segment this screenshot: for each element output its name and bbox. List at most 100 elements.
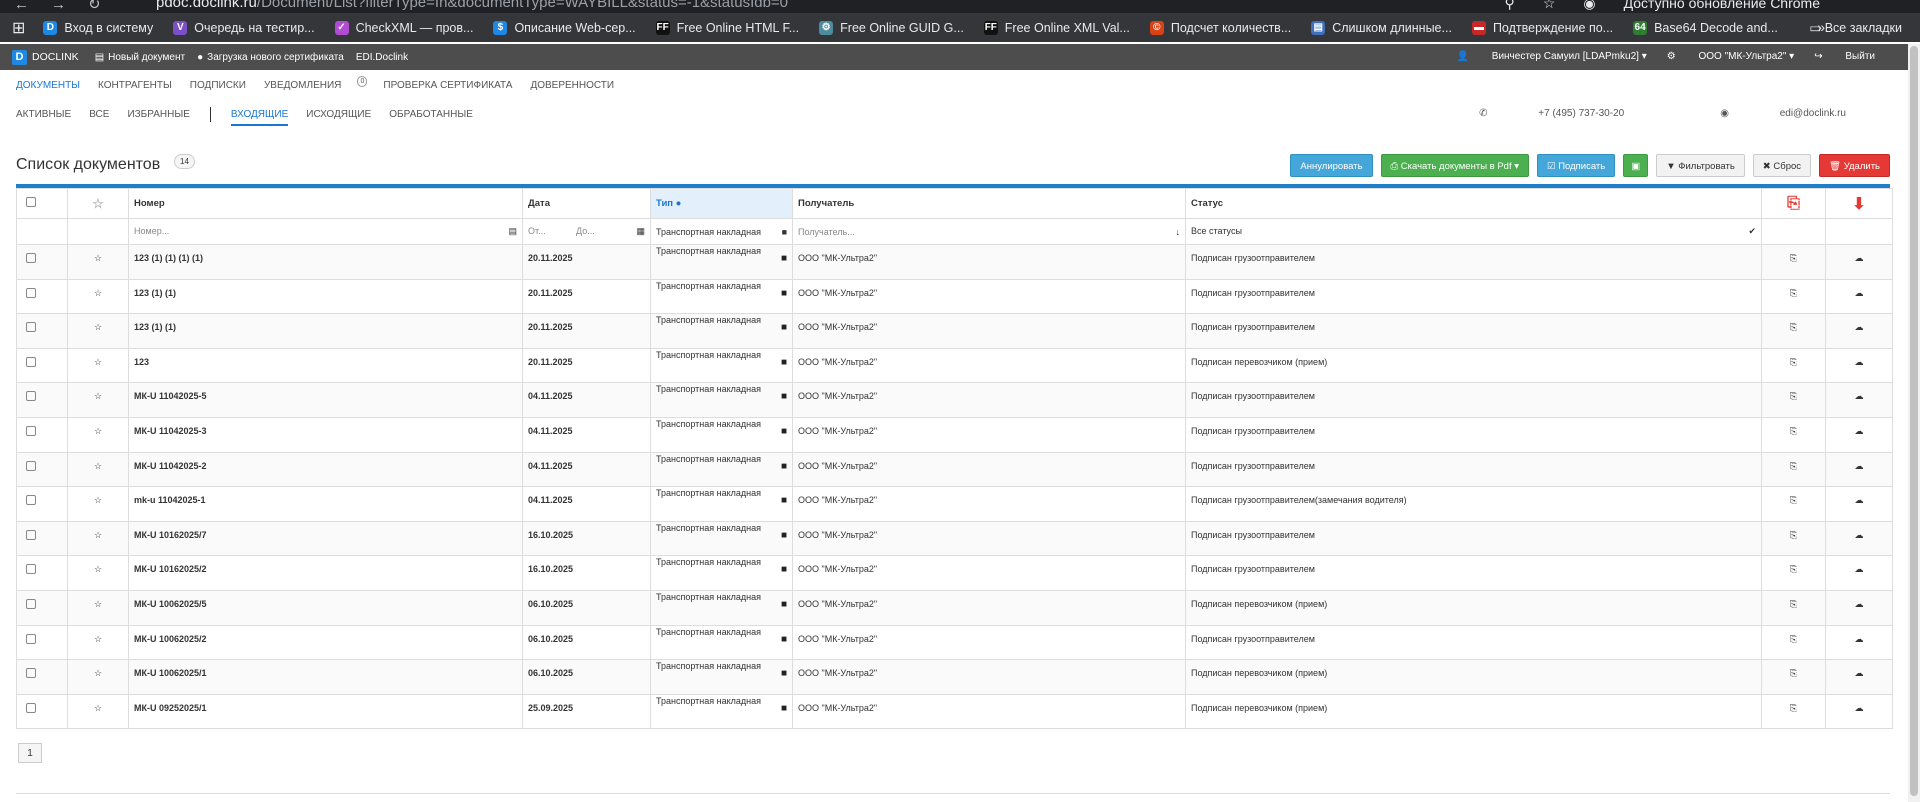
row-checkbox[interactable]: [26, 702, 36, 713]
row-number[interactable]: 123: [128, 347, 523, 384]
bookmark-item[interactable]: V Очередь на тестир...: [173, 20, 315, 35]
all-bookmarks-button[interactable]: ▭ Все закладки: [1809, 20, 1902, 35]
tab-favorites[interactable]: ИЗБРАННЫЕ: [127, 109, 189, 120]
reset-button[interactable]: ✖ Сброс: [1752, 154, 1812, 177]
cloud-download-icon[interactable]: ☁: [1855, 461, 1864, 471]
row-checkbox[interactable]: [26, 287, 36, 298]
cloud-download-icon[interactable]: ☁: [1855, 391, 1864, 401]
pdf-icon[interactable]: ⎘: [1790, 461, 1797, 471]
support-email[interactable]: ◉ edi@doclink.ru: [1690, 108, 1864, 119]
pdf-icon[interactable]: ⎘: [1790, 322, 1797, 332]
row-number[interactable]: МК-U 10162025/7: [128, 520, 523, 557]
bookmark-item[interactable]: ▤ Слишком длинные...: [1311, 20, 1452, 35]
bookmark-item[interactable]: 64 Base64 Decode and...: [1633, 20, 1778, 35]
pdf-icon[interactable]: ⎘: [1790, 564, 1797, 574]
status-filter-select[interactable]: Все статусы ✔: [1185, 218, 1762, 245]
row-number[interactable]: МК-U 09252025/1: [128, 693, 523, 730]
cloud-download-icon[interactable]: ☁: [1855, 357, 1864, 367]
nav-certificate-check[interactable]: ПРОВЕРКА СЕРТИФИКАТА: [383, 80, 512, 96]
folder-icon[interactable]: ■: [781, 253, 787, 265]
upload-certificate-link[interactable]: ● Загрузка нового сертификата: [197, 52, 344, 63]
nav-powers-of-attorney[interactable]: ДОВЕРЕННОСТИ: [530, 80, 614, 96]
folder-icon[interactable]: ■: [782, 227, 787, 237]
row-checkbox[interactable]: [26, 391, 36, 402]
row-number[interactable]: 123 (1) (1) (1) (1): [128, 244, 523, 280]
calendar-icon[interactable]: ▦: [636, 226, 645, 237]
row-number[interactable]: МК-U 11042025-5: [128, 382, 523, 418]
tab-active[interactable]: АКТИВНЫЕ: [16, 109, 71, 120]
pdf-icon[interactable]: ⎘: [1790, 426, 1797, 436]
cloud-download-icon[interactable]: ☁: [1855, 599, 1864, 609]
row-checkbox[interactable]: [26, 564, 36, 575]
star-icon[interactable]: ☆: [94, 253, 102, 263]
table-row[interactable]: ☆ 123 20.11.2025 ■ Транспортная накладная ООО…: [16, 347, 1893, 384]
nav-notifications[interactable]: УВЕДОМЛЕНИЯ 0: [264, 76, 368, 96]
folder-icon[interactable]: ■: [781, 461, 787, 473]
table-row[interactable]: ☆ 123 (1) (1) (1) (1) 20.11.2025 ■ Транспорт…: [16, 244, 1893, 280]
row-number[interactable]: МК-U 10062025/5: [128, 589, 523, 626]
row-checkbox[interactable]: [26, 668, 36, 679]
download-pdf-button[interactable]: ⎙ Скачать документы в Pdf ▾: [1380, 154, 1530, 177]
table-row[interactable]: ☆ МК-U 11042025-5 04.11.2025 ■ Транспортная …: [16, 382, 1893, 418]
bookmark-item[interactable]: FF Free Online HTML F...: [655, 20, 799, 35]
bookmark-star-icon[interactable]: ☆: [1543, 0, 1556, 11]
cloud-download-icon[interactable]: ☁: [1855, 288, 1864, 298]
row-checkbox[interactable]: [26, 425, 36, 436]
arrow-down-icon[interactable]: ↓: [1176, 227, 1181, 237]
folder-icon[interactable]: ■: [781, 599, 787, 611]
star-icon[interactable]: ☆: [94, 426, 102, 436]
star-icon[interactable]: ☆: [94, 634, 102, 644]
table-row[interactable]: ☆ МК-U 11042025-2 04.11.2025 ■ Транспортная …: [16, 451, 1893, 488]
select-all-checkbox[interactable]: [26, 197, 36, 207]
folder-icon[interactable]: ■: [781, 495, 787, 507]
pdf-icon[interactable]: ⎘: [1790, 530, 1797, 540]
column-status[interactable]: Статус: [1185, 188, 1762, 219]
bookmark-item[interactable]: $ Описание Web-сер...: [493, 20, 636, 35]
apps-grid-icon[interactable]: ⊞: [12, 18, 25, 38]
star-icon[interactable]: ☆: [94, 564, 102, 574]
bookmark-item[interactable]: FF Free Online XML Val...: [983, 20, 1130, 35]
bookmark-item[interactable]: ⚙ Free Online GUID G...: [819, 20, 964, 35]
folder-icon[interactable]: ■: [781, 530, 787, 542]
table-row[interactable]: ☆ mk-u 11042025-1 04.11.2025 ■ Транспортная …: [16, 486, 1893, 522]
download-icon[interactable]: ⬇: [1852, 196, 1865, 213]
star-icon[interactable]: ☆: [94, 703, 102, 713]
star-icon[interactable]: ☆: [94, 668, 102, 678]
cloud-download-icon[interactable]: ☁: [1855, 253, 1864, 263]
row-number[interactable]: mk-u 11042025-1: [128, 486, 523, 522]
table-row[interactable]: ☆ МК-U 10162025/7 16.10.2025 ■ Транспортная …: [16, 520, 1893, 557]
folder-icon[interactable]: ■: [781, 288, 787, 300]
row-number[interactable]: МК-U 10062025/1: [128, 659, 523, 695]
star-icon[interactable]: ☆: [92, 196, 104, 211]
pdf-icon[interactable]: ⎘: [1790, 391, 1797, 401]
export-excel-button[interactable]: ▣: [1623, 154, 1649, 177]
tab-processed[interactable]: ОБРАБОТАННЫЕ: [389, 109, 473, 120]
star-icon[interactable]: ☆: [94, 357, 102, 367]
table-row[interactable]: ☆ 123 (1) (1) 20.11.2025 ■ Транспортная накл…: [16, 278, 1893, 315]
folder-icon[interactable]: ■: [781, 322, 787, 334]
folder-icon[interactable]: ■: [781, 357, 787, 369]
row-checkbox[interactable]: [26, 495, 36, 506]
bookmark-item[interactable]: ✓ CheckXML — пров...: [334, 20, 473, 35]
pagination-page-1[interactable]: 1: [18, 743, 42, 764]
update-notice[interactable]: Доступно обновление Chrome: [1624, 0, 1820, 11]
table-row[interactable]: ☆ 123 (1) (1) 20.11.2025 ■ Транспортная накл…: [16, 313, 1893, 349]
pdf-icon[interactable]: ⎘: [1790, 634, 1797, 644]
list-filter-icon[interactable]: ▤: [508, 226, 517, 237]
cloud-download-icon[interactable]: ☁: [1855, 495, 1864, 505]
column-date[interactable]: Дата: [522, 188, 651, 219]
row-number[interactable]: МК-U 10162025/2: [128, 555, 523, 591]
pdf-icon[interactable]: ⎘: [1790, 703, 1797, 713]
tab-incoming[interactable]: ВХОДЯЩИЕ: [230, 109, 289, 126]
row-checkbox[interactable]: [26, 598, 36, 609]
star-icon[interactable]: ☆: [94, 322, 102, 332]
table-row[interactable]: ☆ МК-U 11042025-3 04.11.2025 ■ Транспортная …: [16, 416, 1893, 453]
cloud-download-icon[interactable]: ☁: [1855, 634, 1864, 644]
bookmark-item[interactable]: D Вход в систему: [43, 20, 153, 35]
row-checkbox[interactable]: [26, 322, 36, 333]
zoom-icon[interactable]: ⚲: [1505, 0, 1515, 11]
pdf-icon[interactable]: ⎘: [1787, 195, 1800, 212]
org-menu[interactable]: ⚙ ООО "МК-Ультра2" ▾: [1667, 51, 1794, 62]
folder-icon[interactable]: ■: [781, 668, 787, 680]
sign-button[interactable]: ☑ Подписать: [1537, 154, 1616, 177]
